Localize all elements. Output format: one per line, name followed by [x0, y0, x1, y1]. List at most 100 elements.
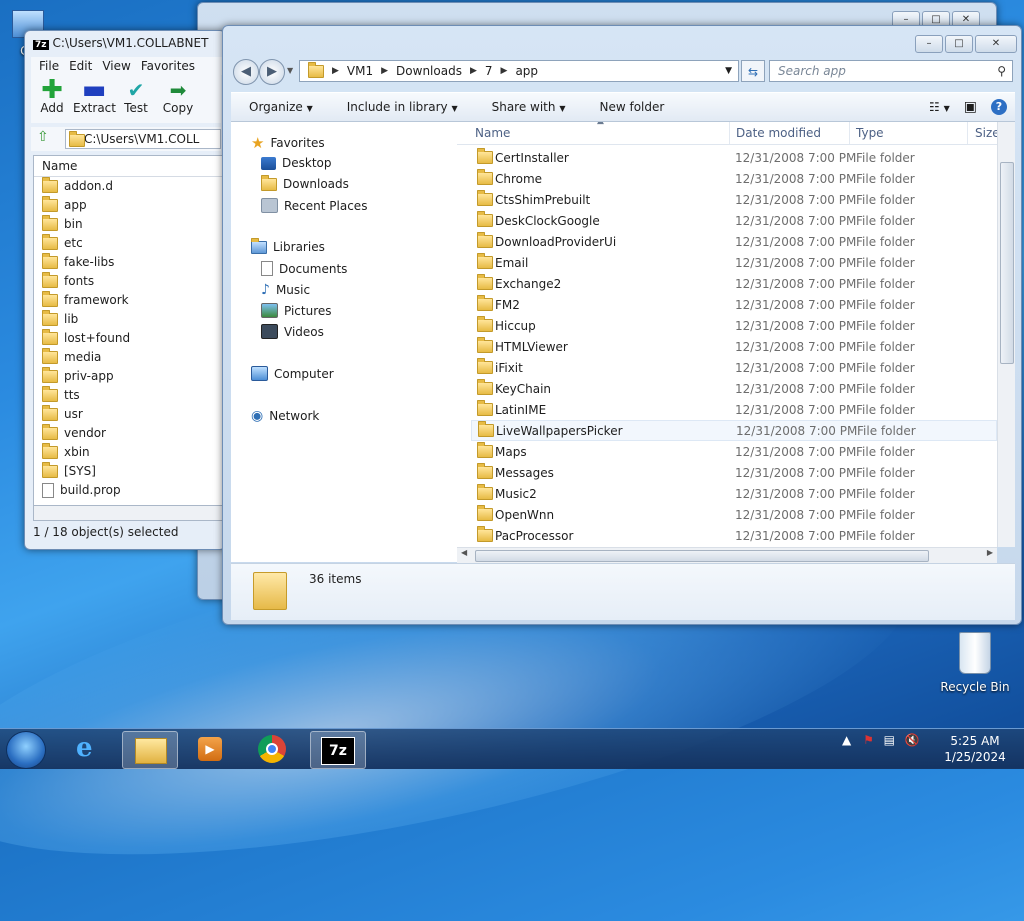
- scroll-right-icon[interactable]: ▶: [987, 548, 993, 557]
- sevenzip-path-input[interactable]: C:\Users\VM1.COLL: [65, 129, 221, 149]
- minimize-button[interactable]: –: [915, 35, 943, 53]
- nav-favorites[interactable]: ★ Favorites: [251, 134, 325, 152]
- menu-edit[interactable]: Edit: [69, 57, 92, 75]
- taskbar-explorer[interactable]: [122, 731, 178, 769]
- file-list[interactable]: Name ▲ Date modified Type Size CertInsta…: [457, 122, 997, 547]
- up-folder-icon[interactable]: ⇧: [37, 129, 49, 145]
- view-options-icon[interactable]: ☷ ▼: [929, 100, 950, 114]
- list-item[interactable]: vendor: [34, 424, 222, 443]
- list-item[interactable]: lib: [34, 310, 222, 329]
- nav-network[interactable]: ◉ Network: [251, 408, 319, 424]
- list-item[interactable]: etc: [34, 234, 222, 253]
- action-center-icon[interactable]: ⚑: [863, 733, 874, 747]
- column-header-name[interactable]: Name: [475, 126, 510, 140]
- list-item[interactable]: priv-app: [34, 367, 222, 386]
- refresh-button[interactable]: ⇆: [741, 60, 765, 82]
- nav-recent-places[interactable]: Recent Places: [261, 198, 367, 213]
- address-bar[interactable]: ▶ VM1 ▶ Downloads ▶ 7 ▶ app ▼: [299, 60, 739, 82]
- list-item[interactable]: fonts: [34, 272, 222, 291]
- forward-button[interactable]: ▶: [259, 59, 285, 85]
- breadcrumb-app[interactable]: app: [515, 64, 538, 78]
- clock[interactable]: 5:25 AM 1/25/2024: [930, 733, 1020, 765]
- list-item[interactable]: lost+found: [34, 329, 222, 348]
- table-row[interactable]: CertInstaller 12/31/2008 7:00 PM File fold…: [471, 147, 997, 168]
- organize-button[interactable]: Organize ▼: [231, 100, 329, 114]
- breadcrumb-separator-icon[interactable]: ▶: [470, 66, 477, 76]
- menu-view[interactable]: View: [102, 57, 130, 75]
- table-row[interactable]: DeskClockGoogle 12/31/2008 7:00 PM File fo…: [471, 210, 997, 231]
- table-row[interactable]: DownloadProviderUi 12/31/2008 7:00 PM File…: [471, 231, 997, 252]
- list-item[interactable]: app: [34, 196, 222, 215]
- back-button[interactable]: ◀: [233, 59, 259, 85]
- table-row[interactable]: Chrome 12/31/2008 7:00 PM File folder: [471, 168, 997, 189]
- list-item[interactable]: bin: [34, 215, 222, 234]
- vertical-scroll-thumb[interactable]: [1000, 162, 1014, 364]
- search-icon[interactable]: ⚲: [997, 61, 1006, 81]
- table-row[interactable]: iFixit 12/31/2008 7:00 PM File folder: [471, 357, 997, 378]
- column-header-type[interactable]: Type: [856, 126, 884, 140]
- breadcrumb-downloads[interactable]: Downloads: [396, 64, 462, 78]
- copy-button[interactable]: ➡ Copy: [157, 75, 199, 123]
- breadcrumb-7[interactable]: 7: [485, 64, 493, 78]
- list-item[interactable]: addon.d: [34, 177, 222, 196]
- column-header-date[interactable]: Date modified: [736, 126, 821, 140]
- explorer-window[interactable]: – □ ✕ ◀ ▶ ▼ ▶ VM1 ▶ Downloads ▶ 7 ▶ app …: [222, 25, 1022, 625]
- list-item[interactable]: usr: [34, 405, 222, 424]
- table-row[interactable]: CtsShimPrebuilt 12/31/2008 7:00 PM File fo…: [471, 189, 997, 210]
- desktop-icon-recycle-bin[interactable]: Recycle Bin: [940, 632, 1010, 694]
- breadcrumb-separator-icon[interactable]: ▶: [332, 66, 339, 76]
- column-divider[interactable]: [729, 122, 730, 144]
- menu-file[interactable]: File: [39, 57, 59, 75]
- table-row[interactable]: Hiccup 12/31/2008 7:00 PM File folder: [471, 315, 997, 336]
- nav-desktop[interactable]: Desktop: [261, 156, 332, 170]
- menu-favorites[interactable]: Favorites: [141, 57, 195, 75]
- nav-computer[interactable]: Computer: [251, 366, 334, 381]
- sevenzip-file-list[interactable]: Name addon.d app bin etc fake-libs fonts frame…: [33, 155, 223, 507]
- table-row[interactable]: Email 12/31/2008 7:00 PM File folder: [471, 252, 997, 273]
- table-row[interactable]: LatinIME 12/31/2008 7:00 PM File folder: [471, 399, 997, 420]
- preview-pane-icon[interactable]: ▣: [964, 99, 977, 115]
- search-input[interactable]: Search app ⚲: [769, 60, 1013, 82]
- breadcrumb-separator-icon[interactable]: ▶: [381, 66, 388, 76]
- nav-music[interactable]: ♪ Music: [261, 282, 310, 298]
- start-button[interactable]: [6, 731, 46, 769]
- share-with-button[interactable]: Share with ▼: [474, 100, 582, 114]
- horizontal-scrollbar[interactable]: ◀ ▶: [457, 547, 997, 563]
- list-item[interactable]: media: [34, 348, 222, 367]
- nav-libraries[interactable]: Libraries: [251, 237, 325, 254]
- show-hidden-icons-icon[interactable]: ▲: [842, 733, 851, 747]
- recent-pages-chevron-icon[interactable]: ▼: [287, 66, 293, 75]
- column-header-size[interactable]: Size: [975, 126, 997, 140]
- table-row[interactable]: KeyChain 12/31/2008 7:00 PM File folder: [471, 378, 997, 399]
- list-item[interactable]: framework: [34, 291, 222, 310]
- close-button[interactable]: ✕: [975, 35, 1017, 53]
- scroll-left-icon[interactable]: ◀: [461, 548, 467, 557]
- taskbar-chrome[interactable]: [246, 731, 300, 767]
- help-icon[interactable]: ?: [991, 99, 1007, 115]
- list-item[interactable]: build.prop: [34, 481, 222, 500]
- nav-videos[interactable]: Videos: [261, 324, 324, 339]
- column-divider[interactable]: [967, 122, 968, 144]
- column-header-name[interactable]: Name: [34, 156, 222, 177]
- maximize-button[interactable]: □: [945, 35, 973, 53]
- taskbar-media-player[interactable]: ▶: [184, 731, 238, 767]
- add-button[interactable]: ✚ Add: [31, 75, 73, 123]
- taskbar-internet-explorer[interactable]: e: [64, 731, 118, 767]
- column-divider[interactable]: [849, 122, 850, 144]
- table-row[interactable]: LiveWallpapersPicker 12/31/2008 7:00 PM Fi…: [471, 420, 997, 441]
- test-button[interactable]: ✔ Test: [115, 75, 157, 123]
- table-row[interactable]: Maps 12/31/2008 7:00 PM File folder: [471, 441, 997, 462]
- horizontal-scrollbar[interactable]: [33, 505, 223, 521]
- nav-documents[interactable]: Documents: [261, 261, 347, 276]
- include-in-library-button[interactable]: Include in library ▼: [329, 100, 474, 114]
- taskbar-7zip[interactable]: 7z: [310, 731, 366, 769]
- volume-muted-icon[interactable]: 🔇: [905, 733, 920, 747]
- table-row[interactable]: FM2 12/31/2008 7:00 PM File folder: [471, 294, 997, 315]
- nav-downloads[interactable]: Downloads: [261, 174, 349, 191]
- table-row[interactable]: Messages 12/31/2008 7:00 PM File folder: [471, 462, 997, 483]
- horizontal-scroll-thumb[interactable]: [475, 550, 929, 562]
- table-row[interactable]: Exchange2 12/31/2008 7:00 PM File folder: [471, 273, 997, 294]
- table-row[interactable]: HTMLViewer 12/31/2008 7:00 PM File folder: [471, 336, 997, 357]
- new-folder-button[interactable]: New folder: [581, 100, 680, 114]
- nav-pictures[interactable]: Pictures: [261, 303, 332, 318]
